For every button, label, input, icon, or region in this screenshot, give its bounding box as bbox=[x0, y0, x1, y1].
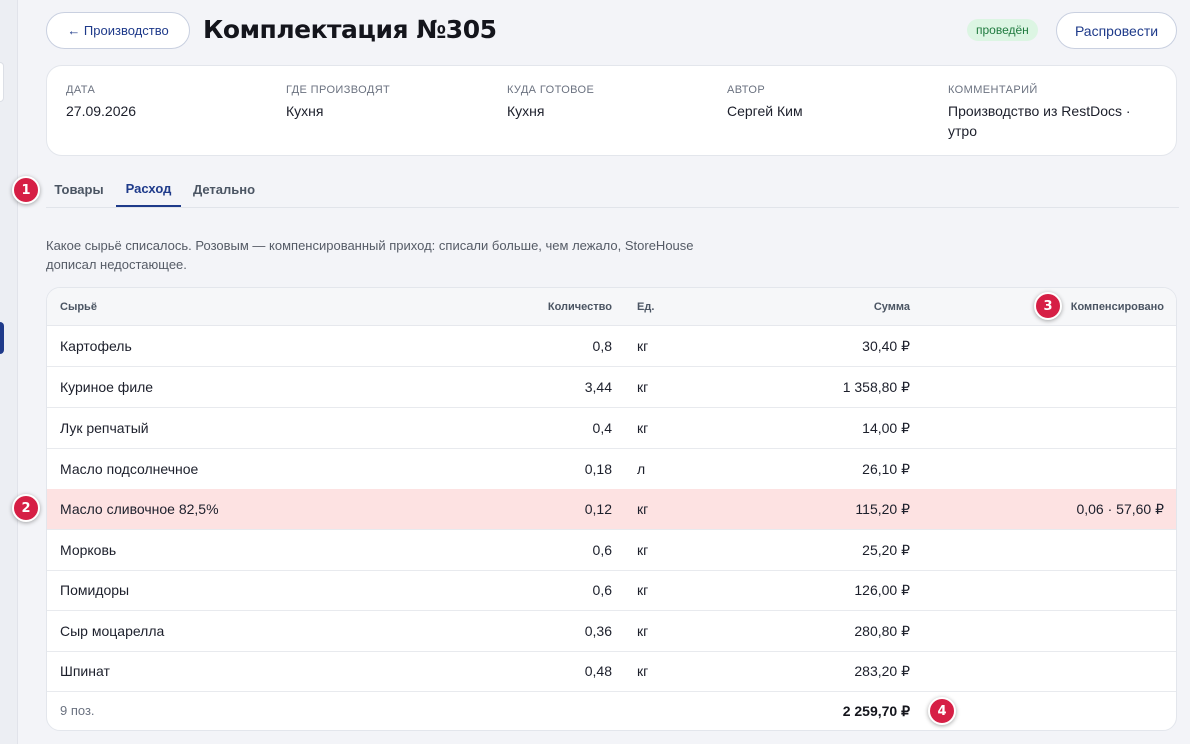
cell-name: Картофель bbox=[60, 338, 132, 354]
cell-unit: кг bbox=[637, 582, 649, 598]
cell-sum: 14,00 ₽ bbox=[862, 420, 910, 436]
cell-name: Шпинат bbox=[60, 663, 110, 679]
cell-sum: 1 358,80 ₽ bbox=[842, 379, 910, 395]
cell-qty: 0,18 bbox=[584, 461, 612, 477]
table-row[interactable]: Лук репчатый 0,4 кг 14,00 ₽ bbox=[47, 408, 1176, 449]
cell-name: Масло подсолнечное bbox=[60, 461, 199, 477]
status-badge: проведён bbox=[967, 19, 1038, 41]
cell-sum: 30,40 ₽ bbox=[862, 338, 910, 354]
cell-qty: 0,6 bbox=[592, 542, 612, 558]
info-label: ДАТА bbox=[66, 84, 96, 96]
cell-qty: 0,8 bbox=[592, 338, 612, 354]
document-info-card: ДАТА 27.09.2026 ГДЕ ПРОИЗВОДЯТ Кухня КУД… bbox=[46, 65, 1177, 156]
info-destination: КУДА ГОТОВОЕ Кухня bbox=[507, 83, 594, 121]
sidebar-collapsed-item[interactable] bbox=[0, 62, 4, 102]
cell-unit: кг bbox=[637, 542, 649, 558]
header-qty: Количество bbox=[547, 301, 612, 313]
table-row[interactable]: Картофель 0,8 кг 30,40 ₽ bbox=[47, 326, 1176, 367]
table-row-compensated[interactable]: Масло сливочное 82,5% 0,12 кг 115,20 ₽ 0… bbox=[47, 489, 1176, 530]
header-compensated: Компенсировано bbox=[1070, 301, 1164, 313]
back-to-production-button[interactable]: ← Производство bbox=[46, 12, 190, 49]
cell-sum: 115,20 ₽ bbox=[855, 501, 910, 517]
info-comment: КОММЕНТАРИЙ Производство из RestDocs · у… bbox=[948, 83, 1163, 141]
info-value: Сергей Ким bbox=[727, 103, 803, 119]
table-row[interactable]: Сыр моцарелла 0,36 кг 280,80 ₽ bbox=[47, 611, 1176, 652]
cell-qty: 0,6 bbox=[592, 582, 612, 598]
cell-qty: 0,48 bbox=[584, 663, 612, 679]
info-label: КОММЕНТАРИЙ bbox=[948, 84, 1038, 96]
info-production-place: ГДЕ ПРОИЗВОДЯТ Кухня bbox=[286, 83, 390, 121]
sidebar-strip bbox=[0, 0, 18, 744]
cell-compensated: 0,06 · 57,60 ₽ bbox=[1076, 501, 1164, 517]
table-row[interactable]: Морковь 0,6 кг 25,20 ₽ bbox=[47, 530, 1176, 571]
sidebar-active-indicator bbox=[0, 322, 4, 354]
cell-unit: кг bbox=[637, 663, 649, 679]
cell-unit: л bbox=[637, 461, 646, 477]
cell-name: Лук репчатый bbox=[60, 420, 149, 436]
info-value: 27.09.2026 bbox=[66, 103, 137, 119]
unpost-button[interactable]: Распровести bbox=[1056, 12, 1177, 49]
info-author: АВТОР Сергей Ким bbox=[727, 83, 803, 121]
annotation-marker: 2 bbox=[12, 494, 40, 522]
header-unit: Ед. bbox=[637, 301, 655, 313]
header-name: Сырьё bbox=[60, 301, 97, 313]
table-row[interactable]: Помидоры 0,6 кг 126,00 ₽ bbox=[47, 570, 1176, 611]
tab-description: Какое сырьё списалось. Розовым — компенс… bbox=[46, 238, 694, 272]
table-footer: 9 поз. 2 259,70 ₽ bbox=[47, 691, 1176, 730]
cell-unit: кг bbox=[637, 623, 649, 639]
consumption-table: Сырьё Количество Ед. Сумма Компенсирован… bbox=[46, 287, 1177, 731]
cell-name: Морковь bbox=[60, 542, 117, 558]
table-row[interactable]: Шпинат 0,48 кг 283,20 ₽ bbox=[47, 651, 1176, 692]
info-label: АВТОР bbox=[727, 84, 766, 96]
cell-qty: 0,12 bbox=[584, 501, 612, 517]
info-value: Кухня bbox=[286, 103, 324, 119]
cell-qty: 0,36 bbox=[584, 623, 612, 639]
cell-name: Масло сливочное 82,5% bbox=[60, 501, 219, 517]
tab-details[interactable]: Детально bbox=[188, 171, 260, 207]
cell-unit: кг bbox=[637, 338, 649, 354]
annotation-marker: 1 bbox=[12, 176, 40, 204]
cell-sum: 25,20 ₽ bbox=[862, 542, 910, 558]
info-date: ДАТА 27.09.2026 bbox=[66, 83, 136, 121]
cell-qty: 0,4 bbox=[592, 420, 612, 436]
table-header: Сырьё Количество Ед. Сумма Компенсирован… bbox=[47, 288, 1176, 326]
cell-sum: 126,00 ₽ bbox=[854, 582, 910, 598]
cell-sum: 283,20 ₽ bbox=[854, 663, 910, 679]
page-title: Комплектация №305 bbox=[203, 15, 497, 44]
footer-total: 2 259,70 ₽ bbox=[842, 703, 910, 719]
cell-sum: 280,80 ₽ bbox=[854, 623, 910, 639]
cell-unit: кг bbox=[637, 420, 649, 436]
tab-goods[interactable]: Товары bbox=[46, 171, 112, 207]
cell-name: Куриное филе bbox=[60, 379, 154, 395]
header-sum: Сумма bbox=[873, 301, 910, 313]
cell-sum: 26,10 ₽ bbox=[862, 461, 910, 477]
tab-bar: Товары Расход Детально bbox=[46, 171, 1179, 208]
annotation-marker: 4 bbox=[928, 697, 956, 725]
cell-qty: 3,44 bbox=[584, 379, 612, 395]
footer-count: 9 поз. bbox=[60, 703, 95, 718]
info-label: ГДЕ ПРОИЗВОДЯТ bbox=[286, 84, 391, 96]
cell-unit: кг bbox=[637, 379, 649, 395]
tab-consumption[interactable]: Расход bbox=[116, 171, 181, 207]
table-row[interactable]: Куриное филе 3,44 кг 1 358,80 ₽ bbox=[47, 367, 1176, 408]
info-value: Кухня bbox=[507, 103, 545, 119]
cell-name: Сыр моцарелла bbox=[60, 623, 165, 639]
info-value: Производство из RestDocs · утро bbox=[948, 103, 1131, 139]
table-row[interactable]: Масло подсолнечное 0,18 л 26,10 ₽ bbox=[47, 449, 1176, 490]
annotation-marker: 3 bbox=[1034, 292, 1062, 320]
info-label: КУДА ГОТОВОЕ bbox=[507, 84, 595, 96]
cell-unit: кг bbox=[637, 501, 649, 517]
cell-name: Помидоры bbox=[60, 582, 130, 598]
